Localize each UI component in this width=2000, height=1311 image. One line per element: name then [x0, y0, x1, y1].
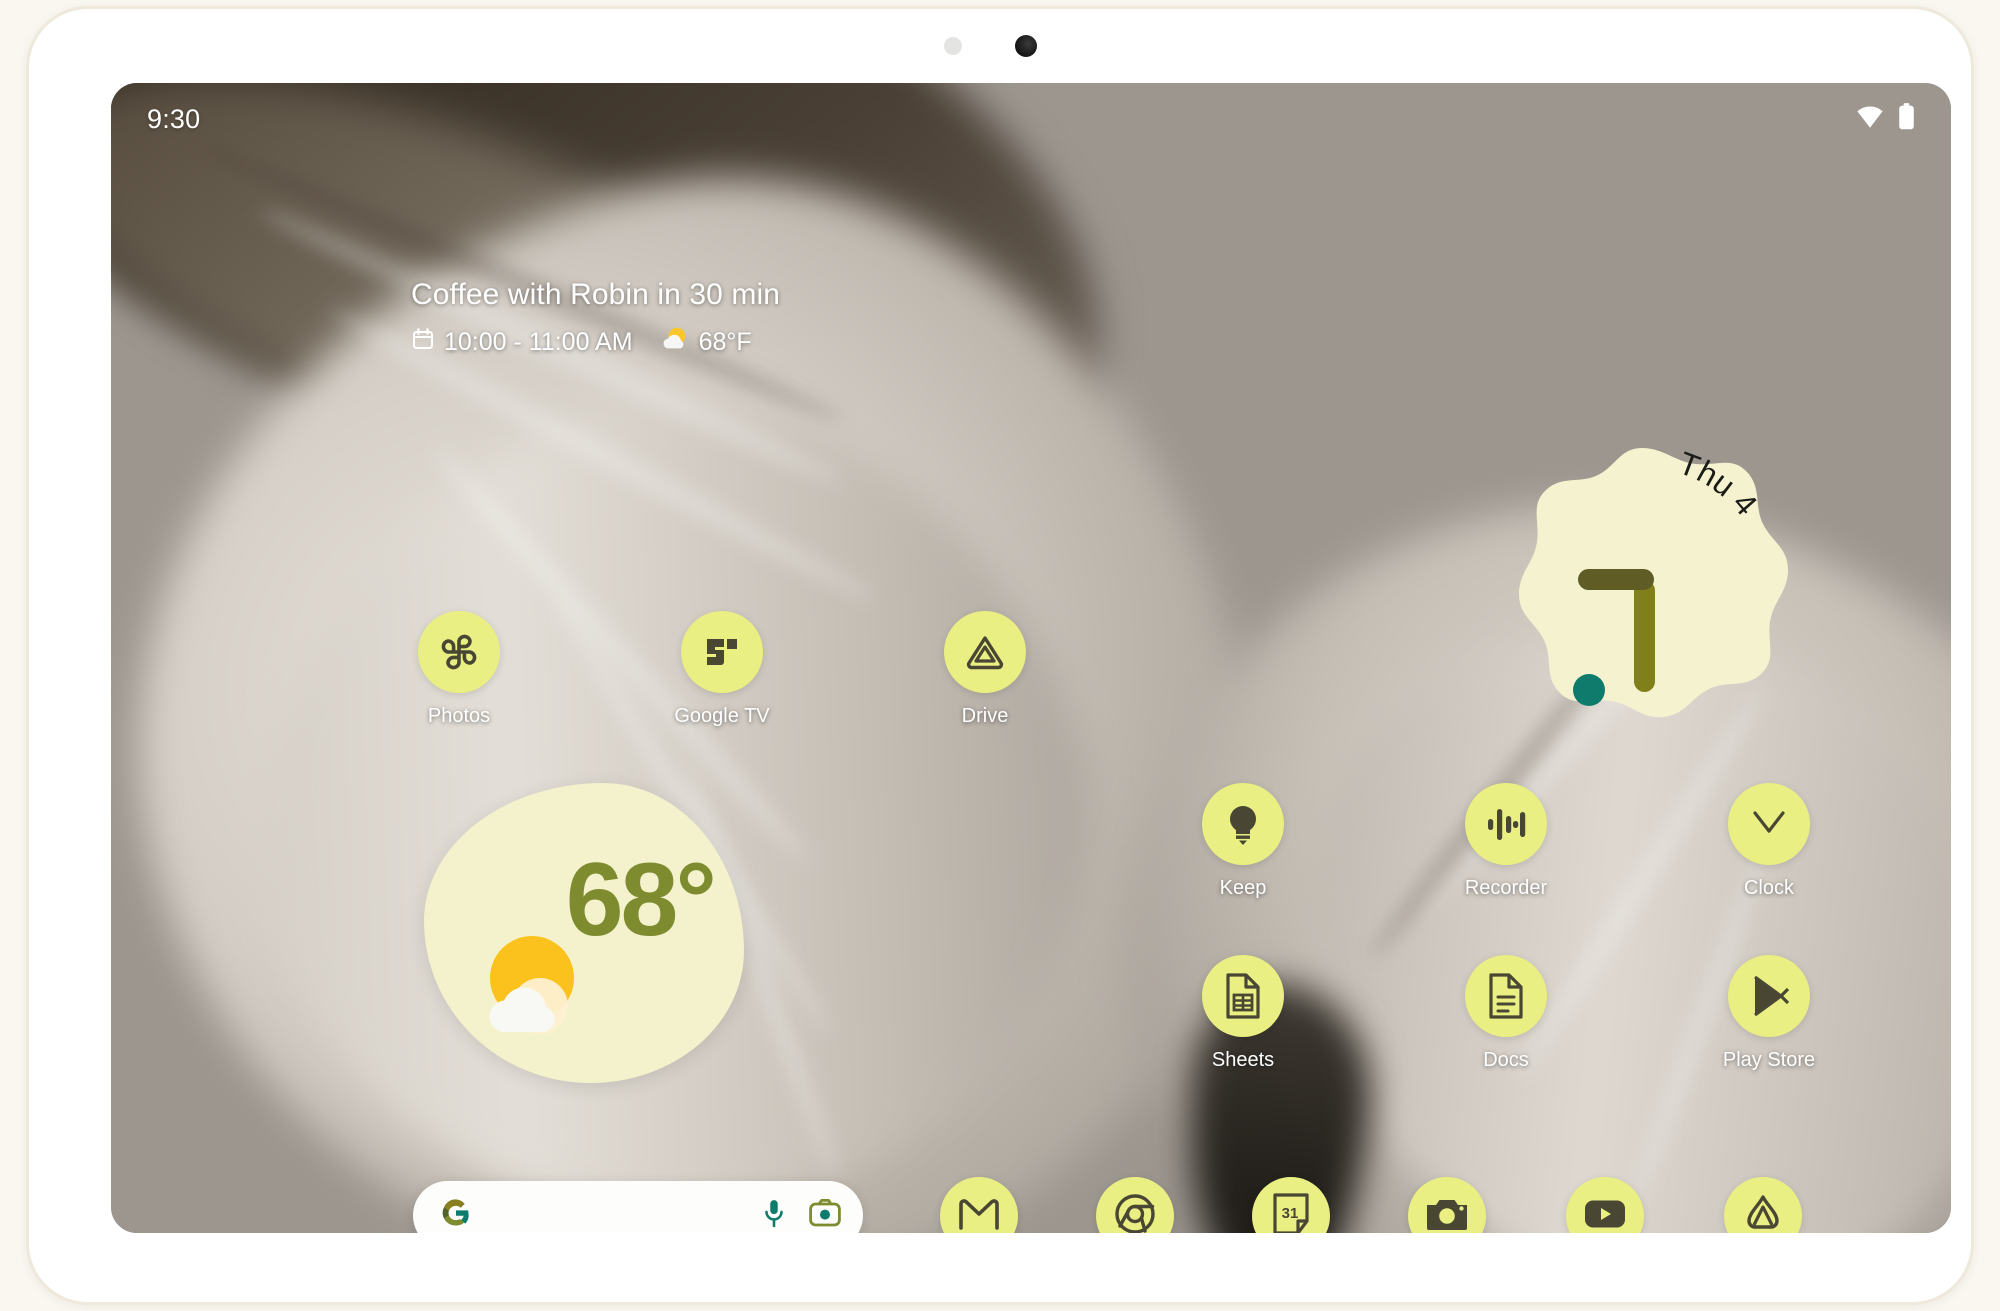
- app-icon-play-store[interactable]: Play Store: [1709, 955, 1829, 1072]
- app-icon-recorder[interactable]: Recorder: [1446, 783, 1566, 900]
- app-icon-clock[interactable]: Clock: [1709, 783, 1829, 900]
- app-label: Keep: [1219, 877, 1267, 899]
- app-icon-google-tv[interactable]: Google TV: [662, 611, 782, 728]
- smartspace-subtitle: 10:00 - 11:00 AM 68°F: [411, 324, 780, 361]
- smartspace-time-range: 10:00 - 11:00 AM: [444, 328, 633, 356]
- app-label: Play Store: [1722, 1049, 1816, 1071]
- search-input[interactable]: [473, 1181, 761, 1233]
- calendar-31-icon: 31: [1271, 1192, 1311, 1233]
- app-label: Recorder: [1464, 877, 1548, 899]
- recorder-waveform-icon[interactable]: [1465, 783, 1547, 865]
- app-icon-docs[interactable]: Docs: [1446, 955, 1566, 1072]
- wifi-icon: [1855, 105, 1885, 134]
- youtube-icon: [1584, 1199, 1626, 1234]
- sun-behind-cloud-icon: [480, 928, 596, 1044]
- battery-icon: [1898, 103, 1915, 135]
- status-bar-clock: 9:30: [147, 103, 201, 134]
- clock-widget[interactable]: Thu 4: [1492, 440, 1792, 740]
- keep-bulb-icon[interactable]: [1202, 783, 1284, 865]
- camera-icon: [1425, 1195, 1469, 1234]
- drive-triangle-icon[interactable]: [944, 611, 1026, 693]
- tablet-screen[interactable]: 9:30 Coffee with Robin in 30 min 10:00 -…: [111, 83, 1951, 1233]
- app-label: Drive: [961, 705, 1009, 727]
- app-label: Photos: [427, 705, 491, 727]
- sheets-icon[interactable]: [1202, 955, 1284, 1037]
- app-label: Sheets: [1211, 1049, 1275, 1071]
- clock-face-icon[interactable]: [1728, 783, 1810, 865]
- status-bar: 9:30: [111, 83, 1951, 155]
- app-icon-drive[interactable]: Drive: [925, 611, 1045, 728]
- chrome-icon: [1114, 1193, 1156, 1233]
- tablet-device-frame: 9:30 Coffee with Robin in 30 min 10:00 -…: [26, 6, 1974, 1305]
- calendar-date-badge: 31: [1282, 1205, 1299, 1222]
- clock-widget-shape: Thu 4: [1519, 445, 1788, 718]
- sun-behind-cloud-icon: [660, 324, 690, 361]
- app-icon-sheets[interactable]: Sheets: [1183, 955, 1303, 1072]
- google-tv-icon[interactable]: [681, 611, 763, 693]
- app-label: Docs: [1483, 1049, 1529, 1071]
- proximity-sensor-icon: [944, 37, 962, 55]
- google-search-bar[interactable]: [413, 1181, 863, 1233]
- app-label: Clock: [1743, 877, 1794, 899]
- gmail-icon: [957, 1197, 1001, 1234]
- app-icon-keep[interactable]: Keep: [1183, 783, 1303, 900]
- microphone-icon[interactable]: [761, 1198, 787, 1233]
- app-icon-photos[interactable]: Photos: [399, 611, 519, 728]
- photos-pinwheel-icon[interactable]: [418, 611, 500, 693]
- calendar-icon: [411, 327, 435, 358]
- camera-lens-icon[interactable]: [809, 1199, 841, 1232]
- smartspace-title: Coffee with Robin in 30 min: [411, 278, 781, 311]
- app-label: Google TV: [674, 705, 770, 727]
- smartspace-temperature: 68°F: [698, 328, 752, 356]
- search-actions: [761, 1198, 841, 1233]
- front-camera-icon: [1012, 32, 1040, 60]
- docs-icon[interactable]: [1465, 955, 1547, 1037]
- status-bar-icons: [1855, 103, 1915, 135]
- google-home-icon: [1743, 1193, 1783, 1234]
- google-g-icon: [439, 1196, 473, 1233]
- smartspace-widget[interactable]: Coffee with Robin in 30 min 10:00 - 11:0…: [411, 278, 780, 361]
- clock-second-dot: [1573, 674, 1605, 706]
- play-store-icon[interactable]: [1728, 955, 1810, 1037]
